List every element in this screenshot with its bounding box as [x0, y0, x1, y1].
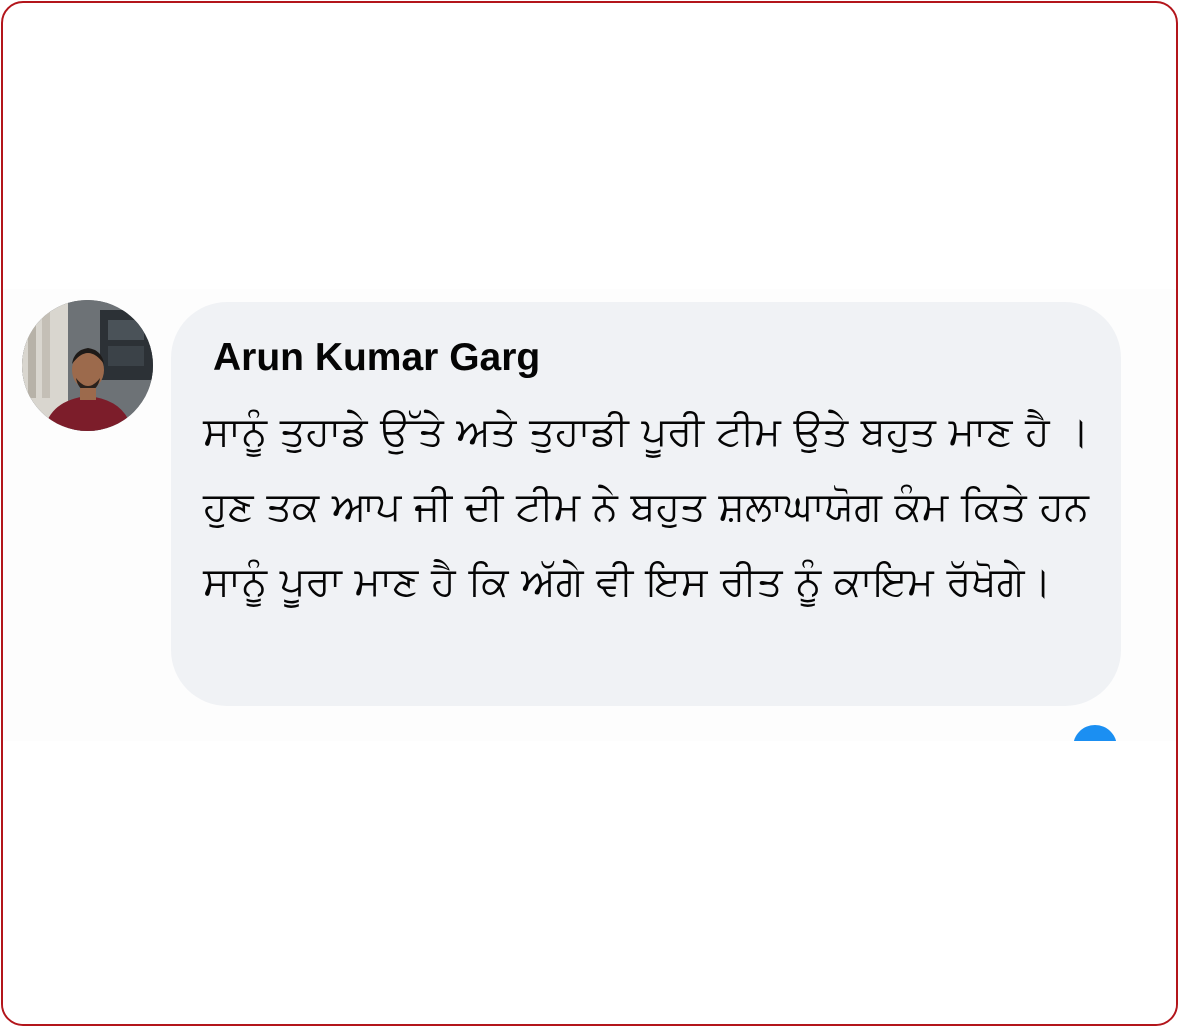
comment-text: ਸਾਨੂੰ ਤੁਹਾਡੇ ਉੱਤੇ ਅਤੇ ਤੁਹਾਡੀ ਪੂਰੀ ਟੀਮ ਉਤ…	[203, 409, 1090, 605]
profile-photo-icon	[22, 300, 153, 431]
comment-bubble: Arun Kumar Garg ਸਾਨੂੰ ਤੁਹਾਡੇ ਉੱਤੇ ਅਤੇ ਤੁ…	[171, 302, 1121, 706]
image-frame: Arun Kumar Garg ਸਾਨੂੰ ਤੁਹਾਡੇ ਉੱਤੇ ਅਤੇ ਤੁ…	[1, 1, 1178, 1026]
blank-area	[3, 741, 1176, 1024]
comment-author[interactable]: Arun Kumar Garg	[213, 336, 540, 380]
avatar[interactable]	[22, 300, 153, 431]
